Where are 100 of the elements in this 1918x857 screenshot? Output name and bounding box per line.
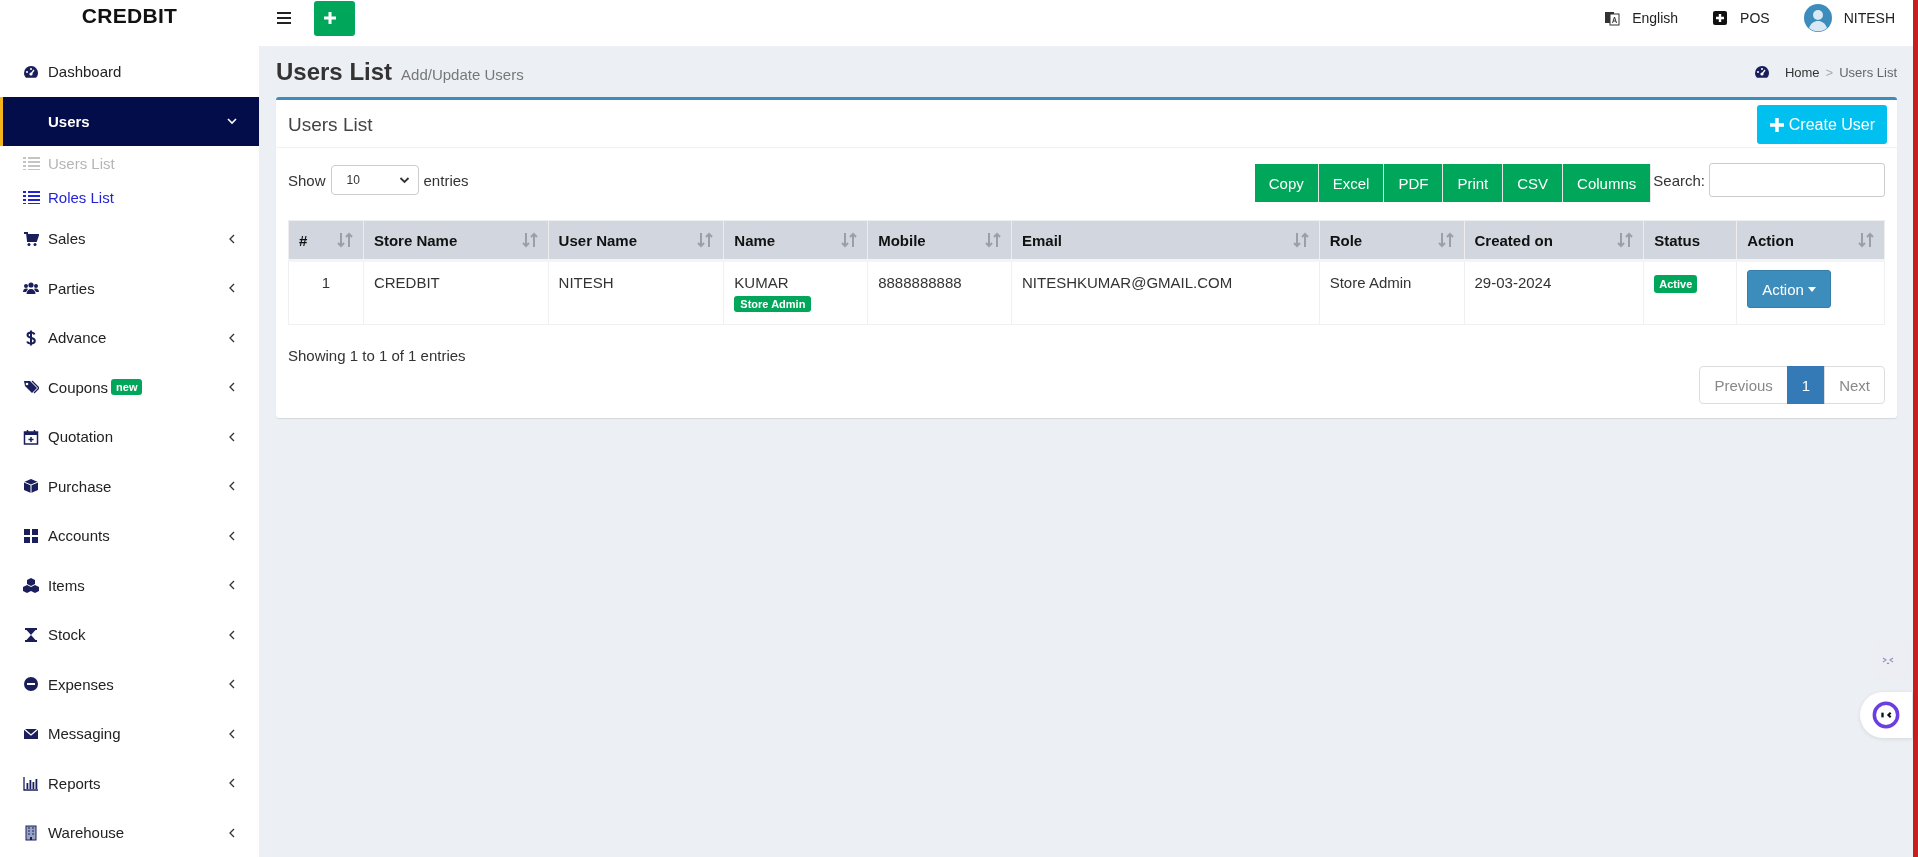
menu-icon [276,10,292,26]
column-header[interactable]: Action [1736,220,1885,261]
search-field[interactable] [1709,163,1885,197]
sidebar-item[interactable]: Purchase [0,461,259,511]
list-icon [23,156,40,170]
plus-icon [322,10,338,26]
face-icon [1872,701,1900,729]
breadcrumb-link[interactable]: Home [1753,64,1820,80]
search-label: Search: [1653,171,1705,189]
table-cell: NITESHKUMAR@GMAIL.COM [1011,260,1320,325]
chevron-left-icon [227,233,237,244]
column-header[interactable]: Store Name [363,220,549,261]
building-icon [23,824,39,841]
column-header[interactable]: Name [723,220,868,261]
assistant-button[interactable] [1860,692,1912,738]
bar-chart-icon [23,775,39,792]
minus-circle-icon [23,676,39,693]
users-icon [23,280,39,297]
chevron-left-icon [227,629,237,640]
page-title: Users List [276,58,393,86]
breadcrumb-current: Users List [1839,64,1897,80]
dashboard-icon [23,63,39,80]
language-link[interactable]: English [1604,10,1679,26]
entries-select[interactable]: 10 [330,165,419,195]
chevron-left-icon [227,332,237,343]
sidebar-item[interactable]: Parties [0,263,259,313]
user-menu[interactable]: NITESH [1803,4,1895,32]
chevron-down-icon [398,176,410,184]
sidebar-item[interactable]: Coupons new [0,362,259,412]
chevron-left-icon [227,431,237,442]
tags-icon [23,379,39,396]
sidebar-item[interactable]: Messaging [0,709,259,759]
table-cell: 8888888888 [867,260,1012,325]
plus-icon [1768,116,1785,133]
chevron-left-icon [227,283,237,294]
avatar-icon [1803,4,1832,32]
column-header[interactable]: # [288,220,364,261]
sort-icon [1617,232,1634,248]
sidebar-item[interactable]: Warehouse [0,808,259,857]
table-cell: CREDBIT [363,260,549,325]
sidebar-item[interactable]: Stock [0,610,259,660]
sort-icon [697,232,714,248]
chevron-left-icon [227,728,237,739]
column-header[interactable]: Email [1011,220,1320,261]
grid-icon [23,527,39,544]
sort-icon [336,232,353,248]
plus-square-icon [1712,10,1729,26]
page-subtitle: Add/Update Users [401,66,524,83]
sort-icon [521,232,538,248]
column-header[interactable]: Created on [1464,220,1644,261]
column-header[interactable]: Role [1319,220,1464,261]
dashboard-icon [1753,64,1770,80]
caret-icon [1807,286,1816,292]
chevron-left-icon [227,827,237,838]
sidebar-item[interactable]: Expenses [0,659,259,709]
action-dropdown-button[interactable]: Action [1747,270,1831,308]
entries-label: entries [423,171,469,189]
column-header[interactable]: User Name [548,220,724,261]
breadcrumb-separator: > [1825,64,1834,80]
language-icon [1604,10,1621,26]
add-button[interactable] [314,0,355,36]
sidebar-item[interactable]: Dashboard [0,47,259,97]
sidebar-item[interactable]: Users [0,96,259,146]
show-label: Show [288,171,326,189]
table-cell: Store Admin [1319,260,1464,325]
sort-icon [1437,232,1454,248]
role-badge: Store Admin [734,296,812,312]
submenu-item[interactable]: Roles List [0,180,259,214]
column-header[interactable]: Status [1643,220,1737,261]
sidebar-item[interactable]: Sales [0,214,259,264]
status-badge: Active [1654,275,1698,293]
cubes-icon [23,577,39,594]
sidebar-item[interactable]: Reports [0,758,259,808]
sidebar-item[interactable]: Items [0,560,259,610]
chevron-down-icon [227,116,237,127]
column-header[interactable]: Mobile [867,220,1012,261]
sort-icon [1858,232,1874,248]
sidebar-item[interactable]: Quotation [0,412,259,462]
table-cell: NITESH [548,260,724,325]
cart-icon [23,230,39,247]
chevron-left-icon [227,679,237,690]
list-icon [23,190,40,204]
pos-link[interactable]: POS [1712,10,1770,26]
sidebar-item[interactable]: Accounts [0,511,259,561]
chevron-left-icon [227,382,237,393]
pagination-button[interactable]: 1 [1786,366,1826,404]
chevron-left-icon [227,530,237,541]
table-cell: 1 [288,260,364,325]
cube-icon [23,478,39,495]
sort-icon [841,232,858,248]
table-info: Showing 1 to 1 of 1 entries [288,347,467,364]
sort-icon [1292,232,1309,248]
card-title: Users List [288,113,373,136]
chevron-left-icon [227,778,237,789]
new-badge: new [111,379,143,396]
chevron-left-icon [227,481,237,492]
table-cell-text: KUMAR [734,274,790,291]
table-cell: 29-03-2024 [1464,260,1644,325]
chevron-left-icon [227,580,237,591]
sidebar-item[interactable]: Advance [0,313,259,363]
